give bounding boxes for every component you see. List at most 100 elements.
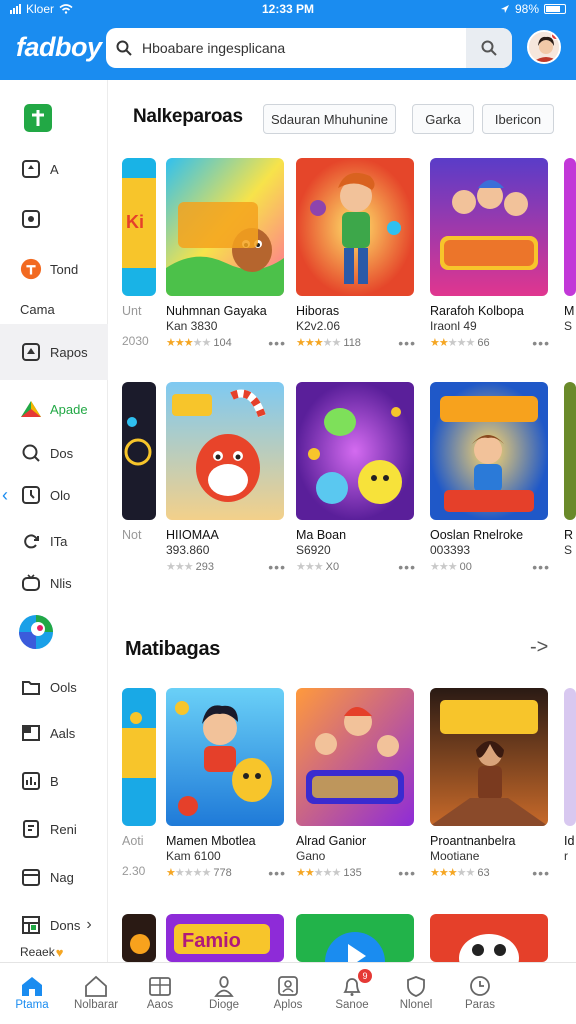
game-card[interactable]: Rarafoh Kolbopa Iraonl 49 ★★★★★ 66 •••: [430, 158, 550, 350]
filter-chip[interactable]: Ibericon: [482, 104, 554, 134]
more-icon[interactable]: •••: [268, 866, 286, 880]
game-card-partial[interactable]: R S: [564, 382, 576, 557]
search-button[interactable]: [466, 28, 512, 68]
search-bar[interactable]: Hboabare ingesplicana: [106, 28, 512, 68]
shield-icon: [404, 973, 428, 999]
star-rating: ★★★★★: [166, 867, 211, 879]
game-thumbnail[interactable]: [296, 914, 414, 962]
search-input[interactable]: Hboabare ingesplicana: [142, 40, 466, 56]
game-card-partial[interactable]: [122, 914, 156, 962]
game-card[interactable]: Hiboras K2v2.06 ★★★★★ 118 •••: [296, 158, 416, 350]
game-card-partial[interactable]: M S: [564, 158, 576, 333]
game-title: R: [564, 528, 574, 542]
game-thumbnail[interactable]: [166, 158, 284, 296]
game-card[interactable]: Ooslan Rnelroke 003393 ★★★ 00 •••: [430, 382, 550, 574]
game-card[interactable]: Ma Boan S6920 ★★★ X0 •••: [296, 382, 416, 574]
game-thumbnail[interactable]: Famio: [166, 914, 284, 962]
more-icon[interactable]: •••: [268, 336, 286, 350]
sidebar-item-9[interactable]: ITa: [0, 524, 108, 558]
timer-icon: [20, 484, 42, 506]
game-thumbnail[interactable]: [166, 688, 284, 826]
chevron-left-icon[interactable]: ‹: [2, 485, 8, 506]
nav-item-home[interactable]: Ptama: [0, 963, 64, 1024]
game-card[interactable]: Mamen Mbotlea Kam 6100 ★★★★★ 778 •••: [166, 688, 286, 880]
nav-item-3[interactable]: Aaos: [128, 963, 192, 1024]
game-thumbnail[interactable]: [296, 158, 414, 296]
notification-dot: [551, 32, 559, 40]
game-thumbnail[interactable]: [430, 688, 548, 826]
sidebar-item-home[interactable]: [0, 100, 108, 136]
nav-item-2[interactable]: Nolbarar: [64, 963, 128, 1024]
game-title: Not: [122, 528, 142, 542]
heart-icon: ♥: [55, 944, 64, 960]
game-card-partial[interactable]: Aoti 2.30: [122, 688, 156, 878]
sidebar-item-10[interactable]: Nlis: [0, 566, 108, 600]
triangle-logo-icon: [20, 398, 42, 420]
more-icon[interactable]: •••: [532, 560, 550, 574]
game-thumbnail[interactable]: [296, 382, 414, 520]
sidebar-item-11[interactable]: [0, 610, 108, 654]
sidebar-item-18[interactable]: Reaek ♥: [0, 942, 108, 962]
game-sub: Kan 3830: [166, 319, 218, 333]
game-card[interactable]: [430, 914, 550, 962]
sidebar-item-6[interactable]: Apade: [0, 392, 108, 426]
more-icon[interactable]: •••: [398, 336, 416, 350]
sidebar-item-8[interactable]: ‹ Olo: [0, 478, 108, 512]
game-card[interactable]: Proantnanbelra Mootiane ★★★★★ 63 •••: [430, 688, 550, 880]
sidebar-item-12[interactable]: Ools: [0, 670, 108, 704]
nav-item-6[interactable]: 9 Sanoe: [320, 963, 384, 1024]
game-thumbnail[interactable]: [166, 382, 284, 520]
section-title: Nalkeparoas: [133, 106, 243, 127]
nav-item-5[interactable]: Aplos: [256, 963, 320, 1024]
star-rating: ★★★★★: [430, 337, 475, 349]
avatar[interactable]: [527, 30, 561, 64]
more-icon[interactable]: •••: [268, 560, 286, 574]
nav-item-7[interactable]: Nlonel: [384, 963, 448, 1024]
sidebar-item-label: Reni: [50, 821, 77, 837]
rating-count: 135: [343, 867, 362, 879]
game-card[interactable]: Famio: [166, 914, 286, 962]
chevron-right-icon[interactable]: ›: [86, 916, 91, 934]
app-plus-icon: [24, 104, 52, 132]
game-sub: S: [564, 319, 573, 333]
nav-item-8[interactable]: Paras: [448, 963, 512, 1024]
app-logo[interactable]: fadboy: [16, 32, 102, 63]
nav-label: Nlonel: [399, 999, 433, 1011]
game-card[interactable]: HIIOMAA 393.860 ★★★ 293 •••: [166, 382, 286, 574]
sidebar-item-13[interactable]: Aals: [0, 716, 108, 750]
flag-icon: [20, 722, 42, 744]
game-thumbnail[interactable]: [296, 688, 414, 826]
more-icon[interactable]: •••: [398, 866, 416, 880]
game-card[interactable]: [296, 914, 416, 962]
sidebar-item-2[interactable]: [0, 202, 108, 236]
sidebar-item-17[interactable]: Dons ›: [0, 908, 108, 942]
sidebar-item-15[interactable]: Reni: [0, 812, 108, 846]
game-thumbnail[interactable]: [430, 914, 548, 962]
game-thumbnail[interactable]: [430, 158, 548, 296]
game-card[interactable]: Alrad Ganior Gano ★★★★★ 135 •••: [296, 688, 416, 880]
more-icon[interactable]: •••: [398, 560, 416, 574]
see-all-arrow[interactable]: ->: [530, 636, 548, 659]
game-title: Alrad Ganior: [296, 834, 367, 848]
game-card[interactable]: Nuhmnan Gayaka Kan 3830 ★★★★★ 104 •••: [166, 158, 286, 350]
section-title: Matibagas: [125, 638, 221, 660]
game-card-partial[interactable]: Id r: [564, 688, 576, 863]
filter-chip[interactable]: Garka: [412, 104, 474, 134]
game-card-partial[interactable]: Not: [122, 382, 156, 542]
sidebar-item-16[interactable]: Nag: [0, 860, 108, 894]
game-card-partial[interactable]: Ki Unt 2030: [122, 158, 156, 348]
sidebar-item-1[interactable]: A: [0, 152, 108, 186]
more-icon[interactable]: •••: [532, 866, 550, 880]
sidebar-item-14[interactable]: B: [0, 764, 108, 798]
globe-logo-icon: [18, 614, 54, 650]
game-thumbnail[interactable]: [430, 382, 548, 520]
sidebar-item-4[interactable]: Cama: [0, 294, 108, 324]
sidebar-item-5[interactable]: Rapos: [0, 324, 108, 380]
filter-chip[interactable]: Sdauran Mhuhunine: [263, 104, 396, 134]
sidebar-item-7[interactable]: Dos: [0, 436, 108, 470]
star-rating: ★★★★★: [166, 337, 211, 349]
more-icon[interactable]: •••: [532, 336, 550, 350]
game-title: Ooslan Rnelroke: [430, 528, 524, 542]
nav-item-4[interactable]: Dioge: [192, 963, 256, 1024]
sidebar-item-3[interactable]: Tond: [0, 252, 108, 286]
